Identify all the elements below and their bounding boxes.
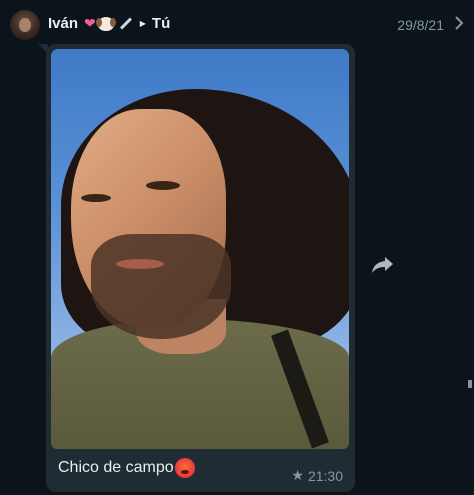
forward-icon[interactable] [368, 250, 398, 280]
photo-eye [146, 181, 180, 190]
message-info-header: Iván ❤ ▶ Tú 29/8/21 [0, 0, 474, 48]
message-bubble[interactable]: Chico de campo ★ 21:30 [46, 44, 355, 492]
message-date: 29/8/21 [397, 17, 444, 33]
photo-beard [91, 234, 231, 339]
recipient-name: Tú [151, 15, 171, 32]
message-caption: Chico de campo [58, 458, 195, 478]
message-photo[interactable] [51, 49, 349, 449]
dagger-icon [119, 17, 132, 30]
heart-ribbon-icon: ❤ [84, 15, 96, 32]
chevron-right-icon[interactable] [454, 15, 464, 36]
sender-avatar[interactable] [10, 10, 40, 40]
sender-name: Iván [48, 15, 79, 32]
scrollbar-thumb[interactable] [468, 380, 472, 388]
caption-text: Chico de campo [58, 459, 174, 476]
message-meta: ★ 21:30 [291, 467, 343, 484]
play-arrow-icon: ▶ [139, 19, 146, 28]
star-icon: ★ [291, 467, 304, 483]
sender-line: Iván ❤ ▶ Tú [48, 15, 170, 32]
hot-face-icon [174, 458, 195, 478]
message-time: 21:30 [307, 467, 343, 484]
dog-face-icon [95, 16, 116, 31]
photo-mouth [116, 259, 164, 269]
photo-eye [81, 194, 111, 202]
